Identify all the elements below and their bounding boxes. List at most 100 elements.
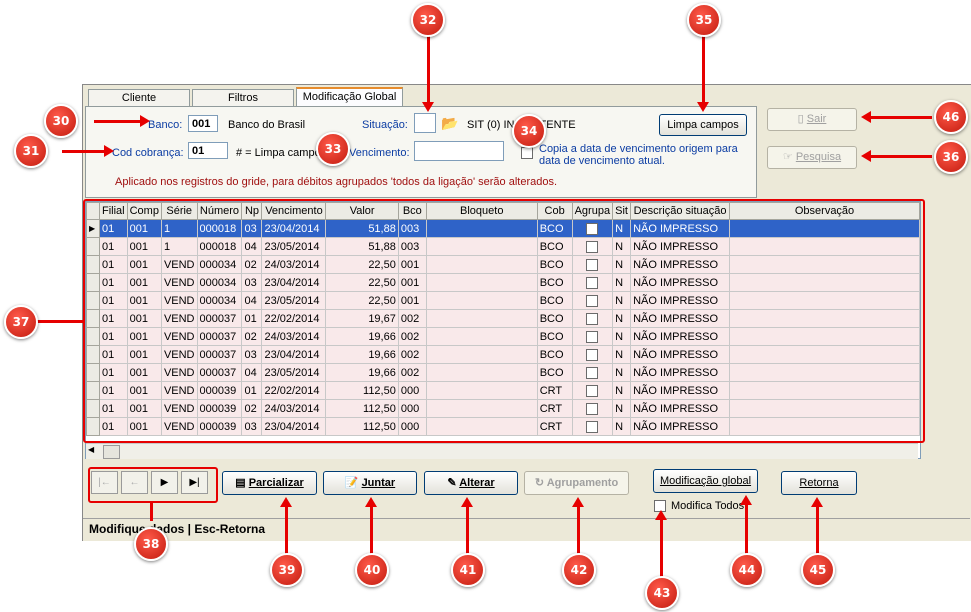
cell-comp[interactable]: 001 [126,417,162,436]
cell-valor[interactable]: 22,50 [325,273,399,292]
cell-np[interactable]: 03 [241,219,263,238]
cell-sit[interactable]: N [612,219,632,238]
cell-cob[interactable]: CRT [536,381,573,400]
banco-input[interactable]: 001 [188,115,218,132]
cell-descri-o-situa-o[interactable]: NÃO IMPRESSO [630,345,731,364]
cell-agrupa[interactable] [571,327,614,346]
cell-valor[interactable]: 112,50 [325,417,399,436]
cell-agrupa[interactable] [571,237,614,256]
cell-descri-o-situa-o[interactable]: NÃO IMPRESSO [630,237,731,256]
cell-cob[interactable]: BCO [536,219,573,238]
cell-s-rie[interactable]: VEND [160,345,198,364]
table-row[interactable]: 01 001 VEND 000037 03 23/04/2014 19,66 002 BCO N N… [86,345,920,364]
cell-bco[interactable]: 002 [397,363,427,382]
table-row[interactable]: 01 001 VEND 000034 04 23/05/2014 22,50 001 BCO N N… [86,291,920,310]
cell-bco[interactable]: 002 [397,327,427,346]
cell-agrupa[interactable] [571,291,614,310]
cell-n-mero[interactable]: 000018 [196,237,243,256]
cod-cobranca-input[interactable]: 01 [188,142,228,159]
cell-vencimento[interactable]: 23/04/2014 [261,273,327,292]
cell-valor[interactable]: 51,88 [325,219,399,238]
cell-comp[interactable]: 001 [126,255,162,274]
cell-np[interactable]: 04 [241,363,263,382]
cell-filial[interactable]: 01 [98,345,128,364]
scroll-left-icon[interactable]: ◀ [88,445,94,454]
col-vencimento[interactable]: Vencimento [261,202,327,220]
col-bco[interactable]: Bco [397,202,427,220]
cell-agrupa[interactable] [571,309,614,328]
cell-sit[interactable]: N [612,363,632,382]
cell-bloqueto[interactable] [425,345,538,364]
cell-bco[interactable]: 000 [397,381,427,400]
agrupa-checkbox[interactable] [586,330,599,343]
cell-cob[interactable]: CRT [536,399,573,418]
agrupa-checkbox[interactable] [586,276,599,289]
cell-np[interactable]: 01 [241,309,263,328]
cell-bloqueto[interactable] [425,381,538,400]
cell-agrupa[interactable] [571,417,614,436]
cell-agrupa[interactable] [571,273,614,292]
vencimento-input[interactable] [414,141,504,161]
cell-observa-o[interactable] [729,327,920,346]
cell-agrupa[interactable] [571,345,614,364]
agrupa-checkbox[interactable] [586,312,599,325]
col-cob[interactable]: Cob [536,202,573,220]
cell-n-mero[interactable]: 000034 [196,291,243,310]
cell-descri-o-situa-o[interactable]: NÃO IMPRESSO [630,417,731,436]
cell-observa-o[interactable] [729,309,920,328]
cell-valor[interactable]: 22,50 [325,291,399,310]
cell-valor[interactable]: 19,66 [325,327,399,346]
horizontal-scrollbar[interactable]: ◀ [86,443,918,459]
col-bloqueto[interactable]: Bloqueto [425,202,538,220]
row-indicator[interactable] [86,381,100,400]
data-grid[interactable]: Filial Comp Série Número Np Vencimento V… [85,201,921,459]
cell-sit[interactable]: N [612,327,632,346]
cell-bco[interactable]: 003 [397,219,427,238]
situacao-input[interactable] [414,113,436,133]
cell-bco[interactable]: 001 [397,273,427,292]
col-descricao-situacao[interactable]: Descrição situação [630,202,731,220]
agrupa-checkbox[interactable] [586,384,599,397]
cell-n-mero[interactable]: 000034 [196,255,243,274]
cell-bloqueto[interactable] [425,363,538,382]
cell-valor[interactable]: 112,50 [325,381,399,400]
cell-bloqueto[interactable] [425,237,538,256]
cell-np[interactable]: 01 [241,381,263,400]
cell-bco[interactable]: 000 [397,417,427,436]
cell-s-rie[interactable]: VEND [160,363,198,382]
cell-bloqueto[interactable] [425,219,538,238]
cell-comp[interactable]: 001 [126,309,162,328]
cell-descri-o-situa-o[interactable]: NÃO IMPRESSO [630,291,731,310]
cell-valor[interactable]: 19,66 [325,363,399,382]
cell-np[interactable]: 04 [241,237,263,256]
cell-s-rie[interactable]: VEND [160,291,198,310]
col-comp[interactable]: Comp [126,202,162,220]
row-indicator[interactable] [86,399,100,418]
copia-vencimento-checkbox[interactable] [521,147,533,159]
cell-filial[interactable]: 01 [98,273,128,292]
cell-valor[interactable]: 112,50 [325,399,399,418]
cell-observa-o[interactable] [729,399,920,418]
cell-valor[interactable]: 51,88 [325,237,399,256]
cell-sit[interactable]: N [612,273,632,292]
cell-descri-o-situa-o[interactable]: NÃO IMPRESSO [630,363,731,382]
agrupa-checkbox[interactable] [586,222,599,235]
cell-filial[interactable]: 01 [98,327,128,346]
cell-cob[interactable]: BCO [536,363,573,382]
cell-vencimento[interactable]: 23/05/2014 [261,237,327,256]
modificacao-global-button[interactable]: Modificação global [653,469,758,493]
cell-descri-o-situa-o[interactable]: NÃO IMPRESSO [630,255,731,274]
agrupa-checkbox[interactable] [586,348,599,361]
cell-sit[interactable]: N [612,237,632,256]
table-row[interactable]: 01 001 VEND 000039 01 22/02/2014 112,50 000 CRT N… [86,381,920,400]
table-row[interactable]: 01 001 VEND 000034 03 23/04/2014 22,50 001 BCO N N… [86,273,920,292]
col-valor[interactable]: Valor [325,202,399,220]
cell-bloqueto[interactable] [425,255,538,274]
cell-comp[interactable]: 001 [126,237,162,256]
cell-np[interactable]: 02 [241,399,263,418]
cell-descri-o-situa-o[interactable]: NÃO IMPRESSO [630,219,731,238]
cell-n-mero[interactable]: 000037 [196,345,243,364]
cell-sit[interactable]: N [612,381,632,400]
col-agrupa[interactable]: Agrupa [571,202,614,220]
cell-vencimento[interactable]: 23/04/2014 [261,219,327,238]
